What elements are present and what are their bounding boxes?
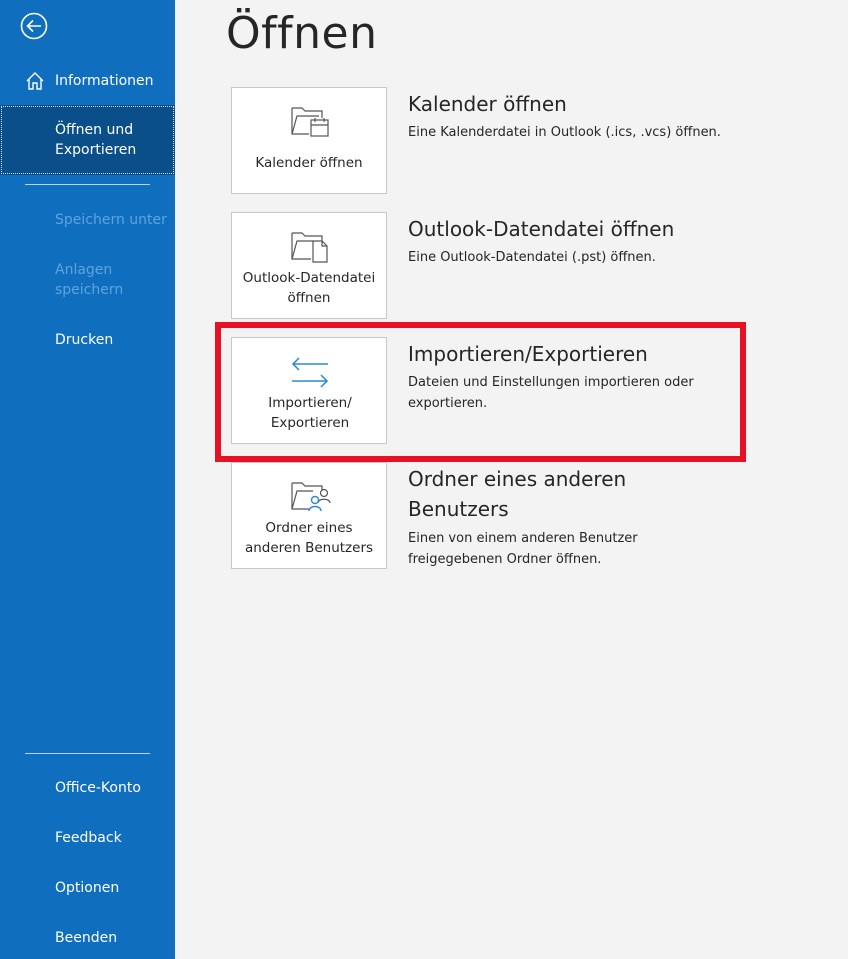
backstage-sidebar: Informationen Öffnen und Exportieren Spe… <box>0 0 175 959</box>
folder-calendar-icon <box>291 107 329 137</box>
nav-informationen[interactable]: Informationen <box>0 70 175 92</box>
option-title: Ordner eines anderen Benutzers <box>408 467 627 521</box>
option-description: Eine Outlook-Datendatei (.pst) öffnen. <box>408 250 656 265</box>
nav-speichern-unter: Speichern unter <box>0 210 175 232</box>
folder-file-icon <box>291 232 328 263</box>
nav-optionen-label: Optionen <box>55 880 120 896</box>
nav-beenden[interactable]: Beenden <box>0 928 175 950</box>
tile-label: Importieren/ Exportieren <box>268 395 352 431</box>
import-export-arrows-icon <box>291 357 329 388</box>
option-title: Importieren/Exportieren <box>408 342 648 366</box>
option-title: Outlook-Datendatei öffnen <box>408 217 675 241</box>
back-arrow-icon[interactable] <box>20 12 48 40</box>
nav-anlagen-label: Anlagen speichern <box>55 262 124 298</box>
sidebar-divider <box>25 753 150 754</box>
folder-user-icon <box>291 482 331 512</box>
nav-oeffnen-label: Öffnen und Exportieren <box>55 122 137 158</box>
open-data-file-button[interactable]: Outlook-Datendatei öffnen <box>231 212 387 319</box>
option-title: Kalender öffnen <box>408 92 567 116</box>
sidebar-divider <box>25 184 150 185</box>
open-calendar-button[interactable]: Kalender öffnen <box>231 87 387 194</box>
nav-speichern-label: Speichern unter <box>55 212 167 228</box>
nav-feedback[interactable]: Feedback <box>0 828 175 850</box>
nav-konto-label: Office-Konto <box>55 780 141 796</box>
option-description: Dateien und Einstellungen importieren od… <box>408 375 694 411</box>
nav-feedback-label: Feedback <box>55 830 122 846</box>
tile-label: Outlook-Datendatei öffnen <box>242 270 376 306</box>
nav-informationen-label: Informationen <box>55 73 154 89</box>
option-description: Eine Kalenderdatei in Outlook (.ics, .vc… <box>408 125 721 140</box>
nav-oeffnen-exportieren[interactable]: Öffnen und Exportieren <box>0 105 175 175</box>
nav-optionen[interactable]: Optionen <box>0 878 175 900</box>
nav-office-konto[interactable]: Office-Konto <box>0 778 175 800</box>
open-other-user-folder-button[interactable]: Ordner eines anderen Benutzers <box>231 462 387 569</box>
page-title: Öffnen <box>226 8 378 59</box>
option-description: Einen von einem anderen Benutzer freigeg… <box>408 531 638 567</box>
tile-label: Kalender öffnen <box>255 155 363 171</box>
home-icon <box>26 72 44 90</box>
tile-label: Ordner eines anderen Benutzers <box>244 520 374 556</box>
import-export-button[interactable]: Importieren/ Exportieren <box>231 337 387 444</box>
nav-beenden-label: Beenden <box>55 930 118 946</box>
nav-drucken[interactable]: Drucken <box>0 330 175 352</box>
nav-drucken-label: Drucken <box>55 332 114 348</box>
nav-anlagen-speichern: Anlagen speichern <box>0 260 175 302</box>
